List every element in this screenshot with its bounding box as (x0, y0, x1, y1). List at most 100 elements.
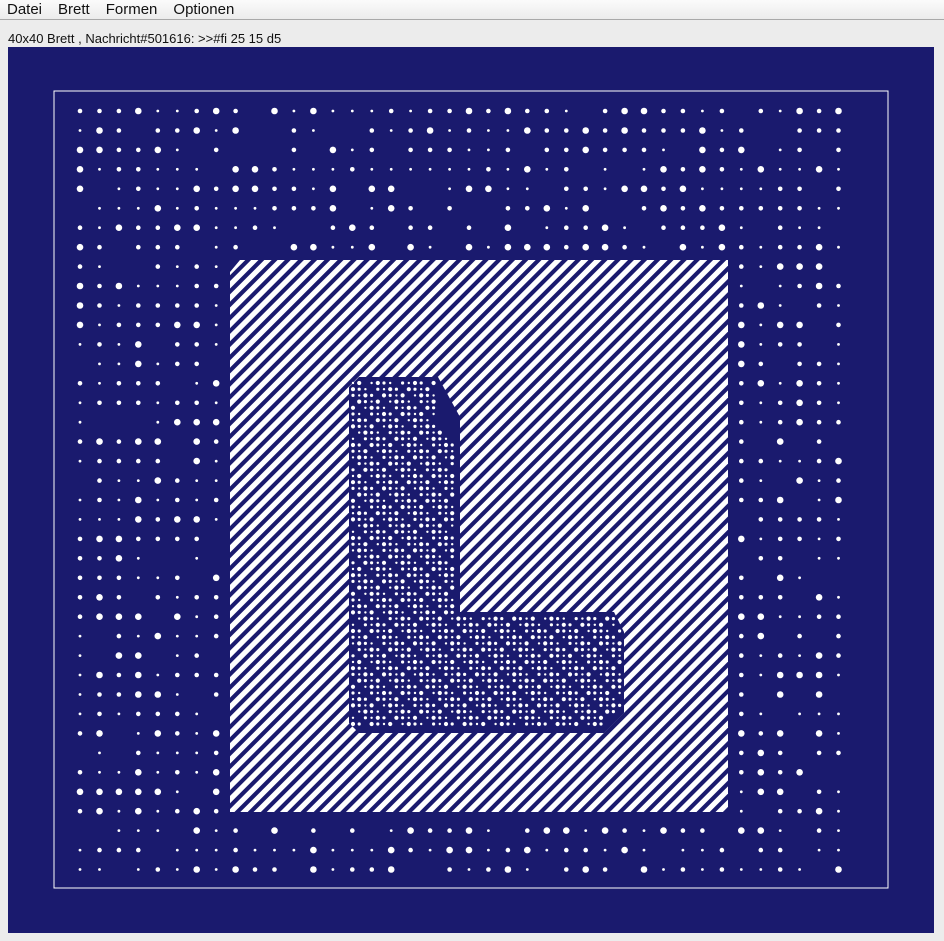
lattice-dot (363, 586, 367, 590)
board-dot (194, 264, 199, 269)
lattice-dot (536, 721, 542, 727)
board-svg[interactable] (8, 47, 934, 933)
board-dot (661, 225, 666, 230)
lattice-dot (568, 660, 572, 664)
menu-datei[interactable]: Datei (0, 0, 50, 20)
lattice-dot (587, 679, 591, 683)
board-dot (155, 225, 161, 230)
menu-optionen[interactable]: Optionen (166, 0, 242, 20)
lattice-dot (426, 456, 429, 459)
board-dot (467, 868, 471, 871)
board-dot (602, 867, 608, 872)
lattice-dot (593, 698, 596, 701)
board-dot (544, 147, 550, 153)
board-dot (175, 634, 179, 638)
lattice-dot (618, 629, 622, 633)
lattice-dot (475, 660, 479, 664)
board-dot (136, 400, 141, 406)
lattice-dot (369, 517, 374, 522)
lattice-dot (450, 722, 454, 726)
lattice-dot (419, 586, 423, 590)
board-dot (601, 827, 609, 834)
board-dot (719, 147, 725, 153)
board-dot (835, 107, 842, 115)
board-dot (194, 653, 199, 658)
lattice-dot (364, 518, 367, 521)
lattice-dot (444, 623, 448, 626)
lattice-dot (450, 511, 455, 516)
board-dot (837, 401, 840, 405)
lattice-dot (493, 616, 498, 621)
lattice-dot (549, 653, 554, 658)
lattice-dot (432, 505, 435, 509)
lattice-dot (395, 636, 398, 639)
lattice-dot (444, 449, 448, 453)
lattice-dot (351, 691, 355, 695)
lattice-dot (370, 530, 373, 533)
lattice-dot (432, 487, 435, 490)
lattice-dot (370, 412, 374, 416)
menu-brett[interactable]: Brett (51, 0, 98, 20)
board-dot (116, 847, 122, 853)
lattice-dot (394, 573, 398, 577)
board-dot (525, 206, 530, 211)
lattice-dot (593, 654, 597, 658)
lattice-dot (606, 648, 609, 651)
board-dot (98, 868, 101, 871)
lattice-dot (382, 437, 386, 441)
lattice-dot (519, 623, 522, 626)
lattice-dot (605, 709, 610, 714)
lattice-dot (438, 437, 442, 441)
lattice-dot (606, 667, 609, 670)
menu-formen[interactable]: Formen (99, 0, 166, 20)
lattice-dot (432, 524, 435, 527)
board-dot (174, 418, 181, 426)
lattice-dot (400, 579, 405, 584)
lattice-dot (524, 641, 529, 646)
lattice-dot (519, 642, 522, 645)
board-dot (701, 245, 704, 249)
board-dot (368, 243, 376, 251)
lattice-dot (401, 722, 404, 726)
board-dot (175, 868, 179, 871)
board-dot (195, 615, 199, 619)
board-dot (739, 264, 744, 269)
board-dot (564, 206, 568, 210)
lattice-dot (395, 524, 398, 527)
lattice-dot (481, 635, 485, 639)
lattice-dot (482, 679, 485, 682)
board-dot (350, 867, 355, 872)
lattice-dot (580, 648, 585, 652)
lattice-dot (599, 673, 603, 676)
lattice-dot (456, 616, 461, 621)
lattice-dot (518, 672, 522, 677)
lattice-dot (544, 617, 547, 620)
lattice-dot (568, 716, 572, 720)
board-dot (77, 381, 83, 386)
lattice-dot (599, 654, 603, 657)
lattice-dot (493, 672, 498, 677)
lattice-dot (357, 659, 362, 665)
lattice-dot (389, 586, 392, 589)
lattice-dot (388, 672, 392, 677)
lattice-dot (382, 425, 386, 428)
lattice-dot (556, 654, 560, 658)
board-dot (465, 243, 473, 251)
board-dot (545, 167, 549, 171)
board-dot (621, 185, 628, 193)
lattice-dot (451, 636, 454, 639)
lattice-dot (413, 673, 417, 676)
lattice-dot (376, 524, 379, 527)
board-dot (156, 829, 160, 832)
board-dot (680, 167, 686, 172)
board-dot (370, 848, 374, 852)
board-dot (837, 167, 840, 171)
lattice-dot (425, 405, 430, 410)
lattice-dot (370, 567, 373, 571)
lattice-dot (586, 709, 591, 714)
board-dot (78, 343, 82, 346)
board-dot (778, 459, 782, 463)
board-canvas[interactable] (8, 47, 934, 933)
board-dot (76, 302, 84, 309)
lattice-dot (431, 678, 436, 683)
